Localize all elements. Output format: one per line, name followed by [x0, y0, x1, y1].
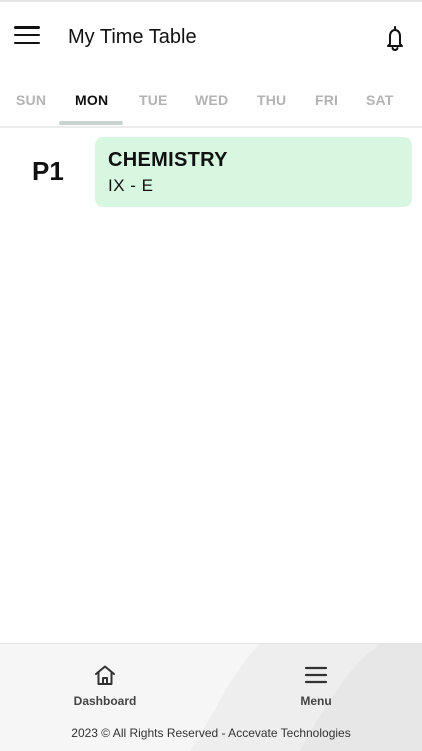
tab-mon[interactable]: MON	[75, 92, 108, 108]
hamburger-icon	[304, 666, 328, 684]
nav-dashboard-label: Dashboard	[73, 694, 137, 708]
subject-name: CHEMISTRY	[108, 149, 228, 171]
tab-tue[interactable]: TUE	[139, 92, 168, 108]
nav-menu-label: Menu	[300, 694, 332, 708]
tab-thu[interactable]: THU	[257, 92, 286, 108]
hamburger-icon[interactable]	[14, 24, 40, 46]
tab-sat[interactable]: SAT	[366, 92, 394, 108]
copyright-text: 2023 © All Rights Reserved - Accevate Te…	[71, 726, 351, 740]
nav-dashboard[interactable]: Dashboard	[45, 664, 165, 708]
page-title: My Time Table	[68, 26, 197, 48]
app-header: My Time Table	[0, 2, 422, 70]
home-icon	[95, 665, 115, 685]
bell-icon[interactable]	[381, 24, 409, 52]
day-tabs: SUN MON TUE WED THU FRI SAT	[0, 82, 422, 126]
tab-wed[interactable]: WED	[195, 92, 228, 108]
tab-sun[interactable]: SUN	[16, 92, 46, 108]
tab-fri[interactable]: FRI	[315, 92, 338, 108]
tabs-divider	[0, 126, 422, 128]
bottom-bar: Dashboard Menu 2023 © All Rights Reserve…	[0, 643, 422, 751]
nav-menu[interactable]: Menu	[256, 664, 376, 708]
schedule-card[interactable]: CHEMISTRY IX - E	[95, 137, 412, 207]
class-section: IX - E	[108, 176, 154, 195]
active-tab-indicator	[59, 121, 123, 125]
period-label: P1	[32, 156, 64, 186]
